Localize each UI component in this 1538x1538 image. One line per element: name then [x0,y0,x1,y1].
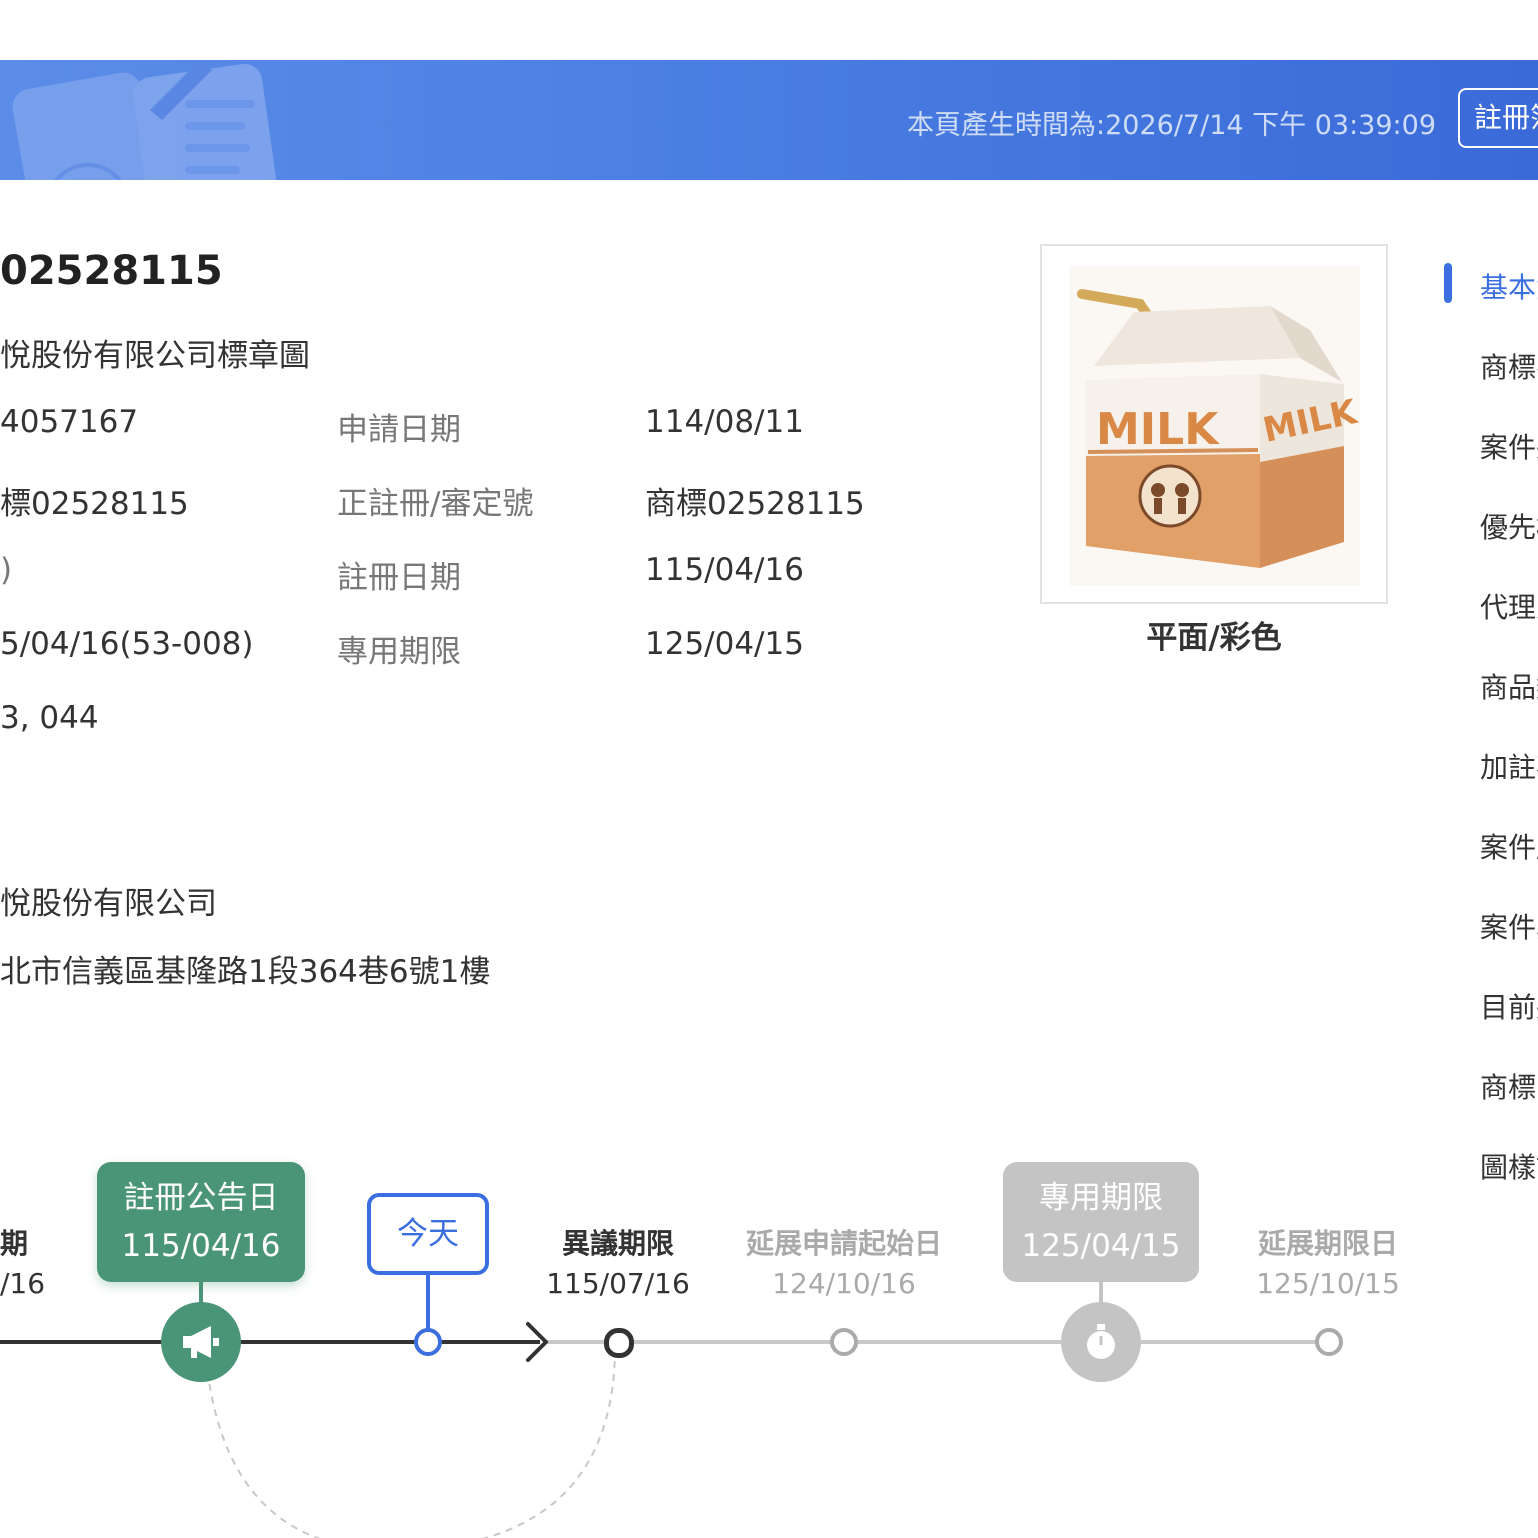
milk-label-left: MILK [1096,404,1220,455]
nav-active-indicator [1444,263,1452,303]
value-registration-number: 商標02528115 [645,486,865,522]
label-registration-date: 註冊日期 [337,560,461,596]
nav-item-case-history[interactable]: 案件歷 [1480,826,1538,866]
nav-item-annotation[interactable]: 加註事 [1480,746,1538,786]
exclusive-date: 125/04/15 [1021,1228,1181,1264]
owner-name: 悅股份有限公司 [0,886,217,922]
value-application-date: 114/08/11 [645,404,804,440]
extension-end-date: 125/10/15 [1256,1267,1400,1300]
megaphone-icon [161,1302,241,1382]
objection-node [604,1328,634,1358]
register-book-button[interactable]: 註冊簿 [1458,88,1538,148]
extension-end-node [1315,1328,1343,1356]
trademark-number: 02528115 [0,248,223,294]
page-banner: R 本頁產生時間為:2026/7/14 下午 03:39:09 註冊簿 [0,60,1538,180]
trademark-name: 悅股份有限公司標章圖 [0,338,310,374]
timeline-first-title: 期 [0,1227,29,1260]
nav-item-trademark-name[interactable]: 商標名 [1480,346,1538,386]
nav-item-basic-info[interactable]: 基本資 [1480,266,1538,306]
extension-end-title: 延展期限日 [1257,1227,1398,1260]
objection-date: 115/07/16 [546,1267,690,1300]
nav-item-priority[interactable]: 優先權 [1480,506,1538,546]
gazette-date: 5/04/16(53-008) [0,626,254,662]
today-node [414,1328,442,1356]
exclusive-title: 專用期限 [1039,1180,1163,1216]
label-registration-number: 正註冊/審定號 [337,486,534,522]
nav-item-case-status[interactable]: 案件狀 [1480,426,1538,466]
objection-title: 異議期限 [561,1227,674,1260]
nav-item-goods-class[interactable]: 商品類 [1480,666,1538,706]
image-caption: 平面/彩色 [1146,620,1282,656]
trademark-timeline: 期 /16 註冊公告日 115/04/16 今天 異議期限 115/07/16 … [0,1120,1538,1538]
extension-start-title: 延展申請起始日 [745,1227,942,1260]
label-application-date: 申請日期 [337,412,461,448]
nav-item-current-status[interactable]: 目前狀 [1480,986,1538,1026]
timeline-exclusive-badge: 專用期限 125/04/15 [1003,1162,1199,1282]
registration-number-left: 標02528115 [0,486,189,522]
registration-notice-date: 115/04/16 [121,1228,281,1264]
extension-start-date: 124/10/16 [772,1267,916,1300]
application-number: 4057167 [0,404,139,440]
timeline-today-marker: 今天 [367,1193,489,1275]
milk-carton-image: MILK MILK [1070,266,1362,586]
timeline-first-date: /16 [0,1267,46,1300]
extension-start-node [830,1328,858,1356]
owner-address: 北市信義區基隆路1段364巷6號1樓 [0,954,491,990]
nav-item-agent[interactable]: 代理人 [1480,586,1538,626]
value-exclusive-period: 125/04/15 [645,626,804,662]
trademark-image[interactable]: MILK MILK [1040,244,1388,604]
field-left-3: ) [0,552,13,588]
page-generated-time: 本頁產生時間為:2026/7/14 下午 03:39:09 [907,110,1436,141]
value-registration-date: 115/04/16 [645,552,804,588]
registration-notice-title: 註冊公告日 [123,1180,279,1216]
label-exclusive-period: 專用期限 [337,634,461,670]
stopwatch-icon [1061,1302,1141,1382]
nav-item-trademark-image[interactable]: 商標圖 [1480,1066,1538,1106]
timeline-registration-notice-badge: 註冊公告日 115/04/16 [97,1162,305,1282]
trademark-illustration-icon: R [12,60,277,180]
nav-item-case-change[interactable]: 案件異 [1480,906,1538,946]
class-list: 3, 044 [0,700,99,736]
